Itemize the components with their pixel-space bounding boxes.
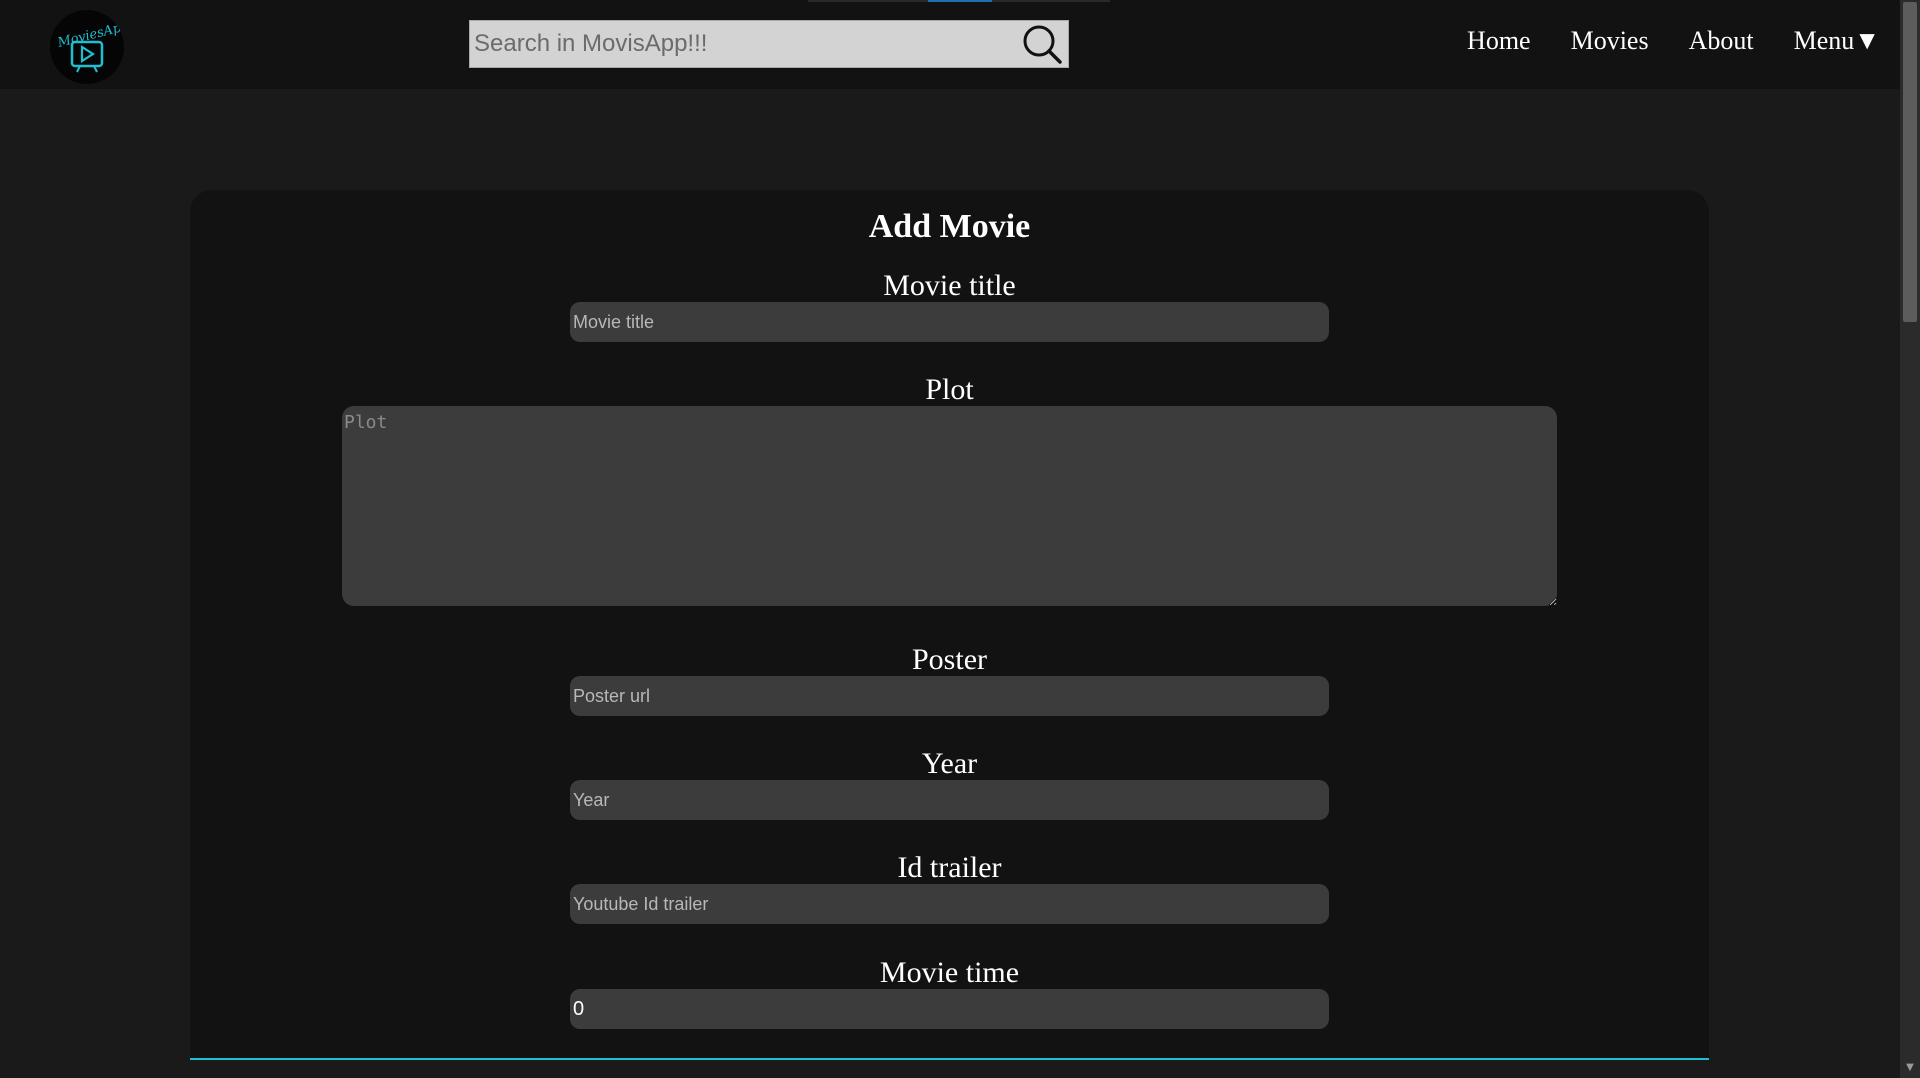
movie-title-label: Movie title [883, 269, 1016, 302]
form-title: Add Movie [868, 208, 1031, 245]
app-logo[interactable]: MoviesApp [50, 10, 124, 84]
play-button-icon: MoviesApp [55, 19, 124, 73]
year-label: Year [921, 747, 978, 780]
logo-wordmark: MoviesApp [55, 19, 124, 52]
search-button[interactable] [1016, 21, 1068, 67]
search-icon [1023, 25, 1062, 64]
nav-links: Home Movies About Menu▼ [1427, 26, 1880, 56]
movie-title-input[interactable] [570, 302, 1329, 342]
id-trailer-label: Id trailer [897, 851, 1002, 884]
page-scrollbar[interactable]: ▼ [1900, 0, 1920, 1078]
plot-label: Plot [925, 373, 974, 406]
nav-about-link[interactable]: About [1689, 26, 1754, 56]
movie-time-label: Movie time [879, 956, 1020, 989]
movie-time-input[interactable] [570, 989, 1329, 1029]
nav-menu-dropdown[interactable]: Menu▼ [1794, 26, 1880, 56]
poster-url-input[interactable] [570, 676, 1329, 716]
scrollbar-thumb[interactable] [1903, 2, 1917, 322]
nav-home-link[interactable]: Home [1467, 26, 1531, 56]
card-accent-line [190, 1058, 1709, 1060]
chevron-down-icon[interactable]: ▼ [1900, 1060, 1920, 1076]
top-navbar: MoviesApp Home Movies About Menu▼ [0, 0, 1900, 89]
nav-top-accent [808, 0, 1110, 2]
search-bar [469, 20, 1069, 68]
search-input[interactable] [470, 21, 1016, 67]
add-movie-card: Add Movie Movie title Plot Poster Year I… [190, 190, 1709, 1060]
nav-movies-link[interactable]: Movies [1571, 26, 1649, 56]
trailer-id-input[interactable] [570, 884, 1329, 924]
year-input[interactable] [570, 780, 1329, 820]
poster-label: Poster [912, 643, 987, 676]
plot-textarea[interactable] [342, 406, 1557, 606]
